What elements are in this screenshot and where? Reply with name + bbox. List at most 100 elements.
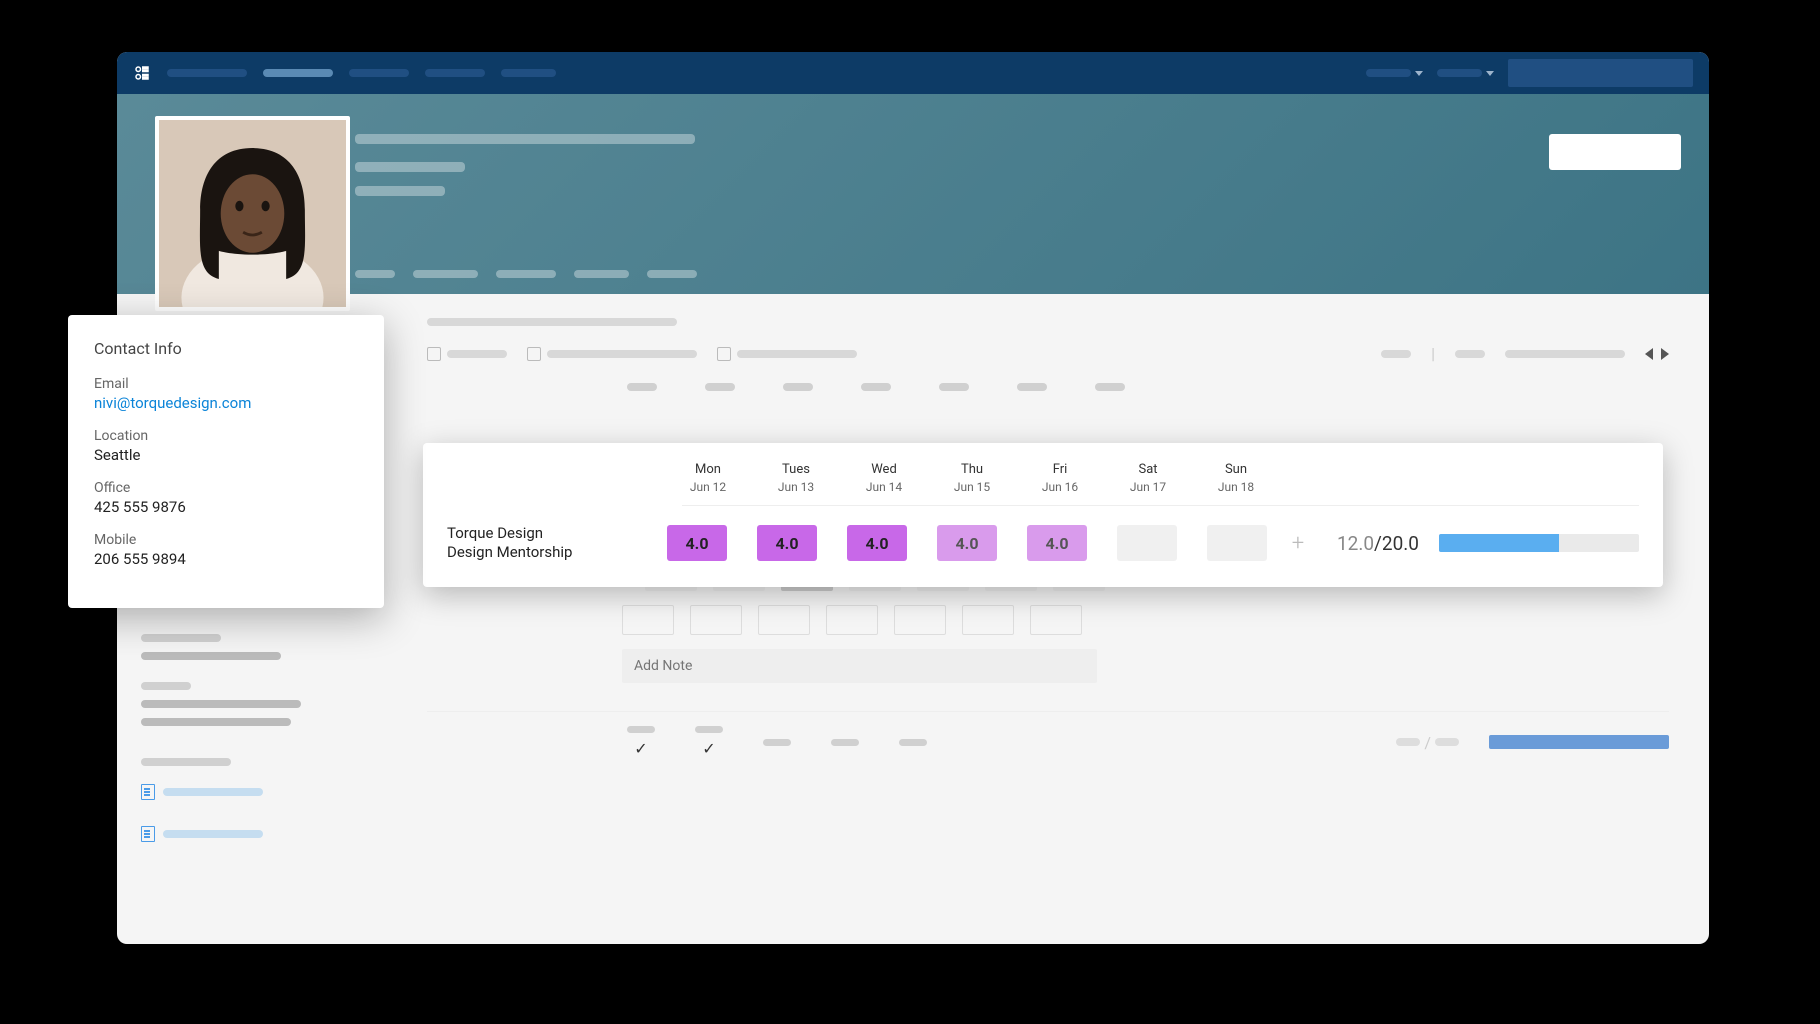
contact-mobile-field: Mobile 206 555 9894 — [94, 532, 358, 568]
hero-tabs — [355, 270, 697, 278]
add-note-input[interactable] — [622, 649, 1097, 683]
summary-progress-bar — [1489, 735, 1669, 749]
nav-dropdown[interactable] — [1366, 69, 1423, 77]
search-input[interactable] — [1508, 59, 1693, 87]
hour-cell-sat[interactable] — [1117, 525, 1177, 561]
add-hours-button[interactable]: + — [1283, 528, 1313, 558]
hour-cell-wed[interactable]: 4.0 — [847, 525, 907, 561]
day-pill — [939, 383, 969, 391]
hour-cell-empty[interactable] — [962, 605, 1014, 635]
hero-action-button[interactable] — [1549, 134, 1681, 170]
divider: | — [1431, 344, 1435, 363]
mobile-value: 206 555 9894 — [94, 550, 358, 568]
toolbar-item[interactable] — [527, 347, 697, 361]
next-week-button[interactable] — [1661, 348, 1669, 360]
location-label: Location — [94, 428, 358, 444]
day-pill — [1095, 383, 1125, 391]
hour-cell-tue[interactable]: 4.0 — [757, 525, 817, 561]
day-status — [763, 739, 791, 746]
download-icon — [427, 347, 441, 361]
day-pill — [1017, 383, 1047, 391]
day-header-fri: FriJun 16 — [1034, 461, 1086, 495]
nav-item[interactable] — [167, 69, 247, 77]
sidebar-doc-link[interactable] — [141, 784, 363, 800]
day-pill — [705, 383, 735, 391]
app-logo-icon — [133, 64, 151, 82]
nav-dropdown[interactable] — [1437, 69, 1494, 77]
hours-progress-fill — [1439, 534, 1559, 552]
day-status: ✓ — [627, 726, 655, 758]
hour-cell-fri[interactable]: 4.0 — [1027, 525, 1087, 561]
skeleton-empty-row — [610, 605, 1669, 635]
toolbar-item[interactable] — [427, 347, 507, 361]
chevron-down-icon — [1486, 71, 1494, 76]
contact-office-field: Office 425 555 9876 — [94, 480, 358, 516]
hour-cell-empty[interactable] — [894, 605, 946, 635]
office-value: 425 555 9876 — [94, 498, 358, 516]
toolbar-placeholder — [1381, 350, 1411, 358]
hour-cell-empty[interactable] — [1030, 605, 1082, 635]
day-pill — [783, 383, 813, 391]
day-status — [899, 739, 927, 746]
nav-item[interactable] — [501, 69, 556, 77]
day-pills-row — [627, 383, 1669, 391]
toolbar-item[interactable] — [717, 347, 857, 361]
day-header-sat: SatJun 17 — [1122, 461, 1174, 495]
timesheet-card: MonJun 12 TuesJun 13 WedJun 14 ThuJun 15… — [423, 443, 1663, 587]
divider — [427, 711, 1669, 712]
sidebar-placeholder — [141, 718, 291, 726]
day-status — [831, 739, 859, 746]
hero-tab[interactable] — [647, 270, 697, 278]
profile-subtitle-placeholder — [355, 162, 465, 172]
document-icon — [141, 784, 155, 800]
hero-tab[interactable] — [496, 270, 556, 278]
checkmark-icon: ✓ — [634, 739, 647, 758]
nav-item[interactable] — [425, 69, 485, 77]
office-label: Office — [94, 480, 358, 496]
sidebar-link-placeholder — [163, 788, 263, 796]
day-header-wed: WedJun 14 — [858, 461, 910, 495]
profile-hero — [117, 94, 1709, 294]
hour-cell-thu[interactable]: 4.0 — [937, 525, 997, 561]
prev-week-button[interactable] — [1645, 348, 1653, 360]
hero-tab[interactable] — [355, 270, 395, 278]
nav-item[interactable] — [349, 69, 409, 77]
mobile-label: Mobile — [94, 532, 358, 548]
document-icon — [141, 826, 155, 842]
sidebar-link-placeholder — [163, 830, 263, 838]
location-value: Seattle — [94, 446, 358, 464]
hour-cell-empty[interactable] — [758, 605, 810, 635]
sidebar-placeholder — [141, 700, 301, 708]
contact-info-title: Contact Info — [94, 339, 358, 358]
day-pill — [861, 383, 891, 391]
toolbar: | — [427, 344, 1669, 363]
nav-item-active[interactable] — [263, 69, 333, 77]
hero-tab[interactable] — [574, 270, 629, 278]
project-label: Torque Design Design Mentorship — [447, 524, 667, 563]
hour-cell-empty[interactable] — [690, 605, 742, 635]
hour-cell-empty[interactable] — [826, 605, 878, 635]
day-status: ✓ — [695, 726, 723, 758]
hour-cell-mon[interactable]: 4.0 — [667, 525, 727, 561]
sidebar-doc-link[interactable] — [141, 826, 363, 842]
email-value[interactable]: nivi@torquedesign.com — [94, 394, 358, 412]
day-header-mon: MonJun 12 — [682, 461, 734, 495]
hour-cell-sun[interactable] — [1207, 525, 1267, 561]
sidebar-placeholder — [141, 652, 281, 660]
chevron-down-icon — [1415, 71, 1423, 76]
skeleton-rows: + / — [427, 561, 1669, 758]
summary-row: ✓ ✓ / — [427, 726, 1669, 758]
email-label: Email — [94, 376, 358, 392]
day-header-sun: SunJun 18 — [1210, 461, 1262, 495]
top-nav — [117, 52, 1709, 94]
hour-cell-empty[interactable] — [622, 605, 674, 635]
sidebar-placeholder — [141, 682, 191, 690]
contact-email-field: Email nivi@torquedesign.com — [94, 376, 358, 412]
target-icon — [717, 347, 731, 361]
contact-info-popover: Contact Info Email nivi@torquedesign.com… — [68, 315, 384, 608]
profile-avatar[interactable] — [155, 116, 350, 311]
main-panel: | — [387, 294, 1709, 944]
profile-name-placeholder — [355, 134, 695, 144]
hero-tab[interactable] — [413, 270, 478, 278]
toolbar-placeholder — [1455, 350, 1485, 358]
